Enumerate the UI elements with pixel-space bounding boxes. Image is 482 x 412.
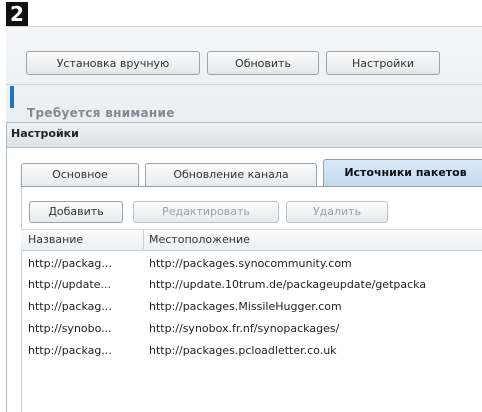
source-location-cell: http://packages.synocommunity.com bbox=[149, 257, 352, 270]
add-source-button[interactable]: Добавить bbox=[29, 201, 123, 223]
dialog-titlebar[interactable]: Настройки bbox=[7, 123, 482, 148]
source-location-cell: http://packages.pcloadletter.co.uk bbox=[149, 344, 337, 357]
manual-install-button[interactable]: Установка вручную bbox=[26, 51, 200, 75]
toolbar-divider bbox=[6, 84, 482, 85]
source-name-cell: http://packag... bbox=[28, 257, 112, 270]
column-divider[interactable] bbox=[143, 229, 144, 249]
source-name-cell: http://synobo... bbox=[28, 322, 112, 335]
attention-required-label: Требуется внимание bbox=[27, 106, 175, 120]
selected-category-marker bbox=[10, 86, 14, 108]
tab-general[interactable]: Основное bbox=[21, 163, 139, 186]
dialog-title: Настройки bbox=[11, 127, 79, 140]
source-name-cell: http://packag... bbox=[28, 344, 112, 357]
sources-table-header bbox=[21, 229, 482, 251]
column-header-name[interactable]: Название bbox=[28, 233, 83, 246]
step-number-badge: 2 bbox=[6, 2, 28, 26]
source-location-cell: http://packages.MissileHugger.com bbox=[149, 300, 342, 313]
source-location-cell: http://update.10trum.de/packageupdate/ge… bbox=[149, 278, 427, 291]
settings-dialog: Настройки Основное Обновление канала Ист… bbox=[6, 122, 482, 412]
column-header-location[interactable]: Местоположение bbox=[149, 233, 250, 246]
source-location-cell: http://synobox.fr.nf/synopackages/ bbox=[149, 322, 340, 335]
tab-package-sources[interactable]: Источники пакетов bbox=[323, 159, 482, 187]
source-name-cell: http://packag... bbox=[28, 300, 112, 313]
settings-button[interactable]: Настройки bbox=[326, 51, 440, 75]
edit-source-button[interactable]: Редактировать bbox=[133, 201, 279, 223]
delete-source-button[interactable]: Удалить bbox=[286, 201, 388, 223]
source-name-cell: http://update... bbox=[28, 278, 111, 291]
refresh-button[interactable]: Обновить bbox=[207, 51, 319, 75]
tab-channel-update[interactable]: Обновление канала bbox=[145, 163, 317, 186]
